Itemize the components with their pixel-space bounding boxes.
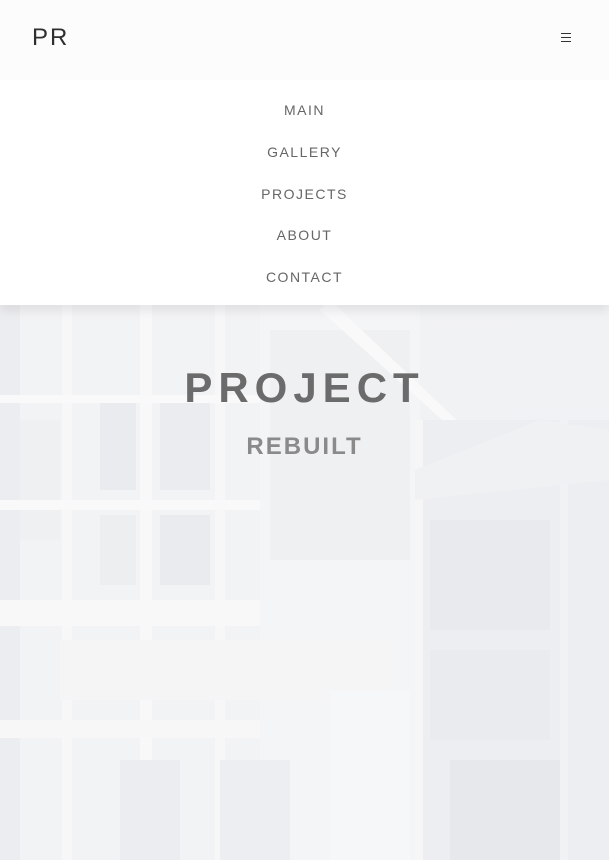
nav-item-projects: PROJECTS xyxy=(0,183,609,225)
nav-link-main[interactable]: MAIN xyxy=(284,102,325,118)
nav-link-about[interactable]: ABOUT xyxy=(277,227,333,243)
nav-item-contact: CONTACT xyxy=(0,266,609,308)
hamburger-line xyxy=(561,37,571,38)
nav-link-contact[interactable]: CONTACT xyxy=(266,269,343,285)
hamburger-line xyxy=(561,41,571,42)
brand-logo[interactable]: PR xyxy=(32,24,69,52)
hero-title: PROJECT xyxy=(184,364,425,411)
nav-link-gallery[interactable]: GALLERY xyxy=(267,144,342,160)
nav-list: MAIN GALLERY PROJECTS ABOUT CONTACT xyxy=(0,80,609,308)
nav-item-gallery: GALLERY xyxy=(0,141,609,183)
nav-item-about: ABOUT xyxy=(0,224,609,266)
dropdown-nav-menu: MAIN GALLERY PROJECTS ABOUT CONTACT xyxy=(0,80,609,305)
hamburger-icon[interactable] xyxy=(561,33,573,45)
hamburger-line xyxy=(561,33,571,34)
hero-subtitle: REBUILT xyxy=(246,433,363,460)
site-header: PR xyxy=(0,0,609,80)
nav-item-main: MAIN xyxy=(0,99,609,141)
page: PR MAIN GALLERY PROJECTS ABOUT CONTACT P… xyxy=(0,0,609,860)
nav-link-projects[interactable]: PROJECTS xyxy=(261,186,348,202)
